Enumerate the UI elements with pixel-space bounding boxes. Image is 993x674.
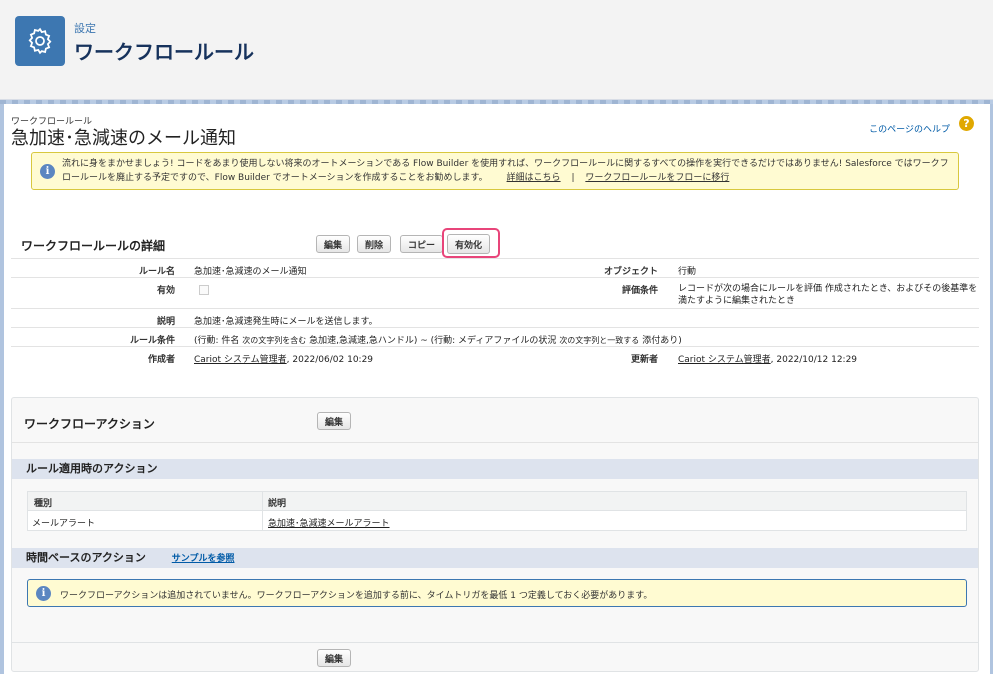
migrate-to-flow-link[interactable]: ワークフロールールをフローに移行 bbox=[585, 173, 729, 183]
help-icon[interactable]: ? bbox=[959, 116, 974, 131]
description-value: 急加速･急減速発生時にメールを送信します。 bbox=[194, 317, 378, 327]
criteria-operator: 次の文字列を含む bbox=[242, 336, 307, 345]
workflow-actions-title: ワークフローアクション bbox=[24, 417, 155, 431]
info-icon: i bbox=[40, 164, 55, 179]
modified-by-value: Cariot システム管理者, 2022/10/12 12:29 bbox=[678, 352, 857, 365]
modified-by-user-link[interactable]: Cariot システム管理者 bbox=[678, 355, 771, 365]
object-value: 行動 bbox=[678, 267, 697, 277]
rule-name-label: ルール名 bbox=[138, 267, 175, 277]
details-link[interactable]: 詳細はこちら bbox=[507, 173, 561, 183]
time-based-title: 時間ベースのアクション bbox=[26, 551, 146, 564]
page-title: 急加速･急減速のメール通知 bbox=[11, 128, 236, 149]
description-label: 説明 bbox=[156, 317, 175, 327]
eval-value: レコードが次の場合にルールを評価 作成されたとき、およびその後基準を満たすように… bbox=[678, 284, 978, 306]
info-icon: i bbox=[36, 586, 51, 601]
criteria-label: ルール条件 bbox=[129, 336, 175, 346]
immediate-actions-table: 種別 説明 メールアラート 急加速･急減速メールアラート bbox=[27, 491, 967, 531]
created-by-user-link[interactable]: Cariot システム管理者 bbox=[194, 355, 287, 365]
view-sample-link[interactable]: サンプルを参照 bbox=[172, 554, 235, 564]
header-title: ワークフロールール bbox=[74, 40, 254, 64]
activate-button[interactable]: 有効化 bbox=[447, 234, 491, 254]
immediate-actions-header: ルール適用時のアクション bbox=[12, 459, 978, 479]
modified-date: , 2022/10/12 12:29 bbox=[770, 355, 858, 365]
notice-message: 流れに身をまかせましょう! コードをあまり使用しない将来のオートメーションである… bbox=[62, 159, 949, 183]
table-header bbox=[28, 492, 966, 511]
header-eyebrow: 設定 bbox=[74, 22, 96, 35]
workflow-actions-bottom-edit-button[interactable]: 編集 bbox=[317, 649, 352, 667]
no-actions-notice: i ワークフローアクションは追加されていません。ワークフローアクションを追加する… bbox=[27, 579, 967, 607]
no-actions-notice-text: ワークフローアクションは追加されていません。ワークフローアクションを追加する前に… bbox=[60, 591, 653, 601]
table-header-type: 種別 bbox=[34, 499, 53, 509]
created-date: , 2022/06/02 10:29 bbox=[286, 355, 374, 365]
delete-button[interactable]: 削除 bbox=[357, 235, 392, 253]
criteria-part: (行動: 件名 bbox=[194, 336, 240, 346]
flow-builder-notice: i 流れに身をまかせましょう! コードをあまり使用しない将来のオートメーションで… bbox=[31, 152, 959, 190]
table-row-type: メールアラート bbox=[32, 519, 96, 529]
copy-button[interactable]: コピー bbox=[400, 235, 444, 253]
rule-name-value: 急加速･急減速のメール通知 bbox=[194, 267, 307, 277]
email-alert-link[interactable]: 急加速･急減速メールアラート bbox=[268, 516, 390, 529]
active-label: 有効 bbox=[156, 286, 175, 296]
setup-gear-icon bbox=[15, 16, 65, 66]
criteria-operator: 次の文字列と一致する bbox=[559, 336, 640, 345]
criteria-value: (行動: 件名 次の文字列を含む 急加速,急減速,急ハンドル) ~ (行動: メ… bbox=[194, 333, 682, 346]
notice-separator: | bbox=[571, 173, 575, 183]
workflow-actions-panel: ワークフローアクション 編集 ルール適用時のアクション 種別 説明 メールアラー… bbox=[11, 397, 979, 672]
workflow-actions-edit-button[interactable]: 編集 bbox=[317, 412, 352, 430]
created-by-label: 作成者 bbox=[147, 355, 175, 365]
active-checkbox bbox=[199, 285, 209, 295]
edit-button[interactable]: 編集 bbox=[316, 235, 351, 253]
modified-by-label: 更新者 bbox=[630, 355, 658, 365]
eval-label: 評価条件 bbox=[621, 286, 658, 296]
help-link[interactable]: このページのヘルプ bbox=[869, 122, 950, 135]
notice-text: 流れに身をまかせましょう! コードをあまり使用しない将来のオートメーションである… bbox=[62, 157, 957, 185]
time-based-actions-header: 時間ベースのアクション サンプルを参照 bbox=[12, 548, 978, 568]
criteria-part: 急加速,急減速,急ハンドル) ~ (行動: メディアファイルの状況 bbox=[309, 336, 557, 346]
created-by-value: Cariot システム管理者, 2022/06/02 10:29 bbox=[194, 352, 373, 365]
criteria-part: 添付あり) bbox=[642, 336, 682, 346]
table-header-description: 説明 bbox=[268, 499, 287, 509]
main-panel: ワークフロールール 急加速･急減速のメール通知 このページのヘルプ ? i 流れ… bbox=[4, 104, 990, 674]
object-label: オブジェクト bbox=[603, 267, 658, 277]
setup-header: 設定 ワークフロールール bbox=[0, 0, 993, 100]
detail-section-title: ワークフロールールの詳細 bbox=[21, 239, 166, 253]
